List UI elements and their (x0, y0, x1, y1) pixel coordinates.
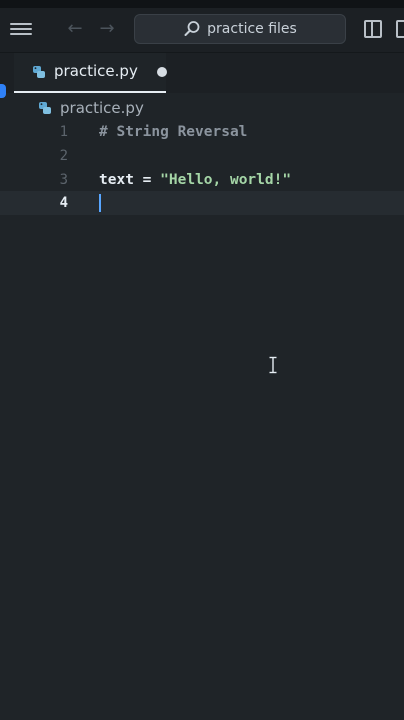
code-comment: # String Reversal (99, 124, 248, 140)
python-file-icon (39, 102, 51, 114)
layout-panel-icon[interactable] (396, 20, 404, 38)
unsaved-dot-icon[interactable] (157, 67, 167, 77)
line-number: 2 (59, 148, 68, 164)
search-icon (184, 21, 200, 36)
code-string: "Hello, world!" (160, 172, 292, 188)
arrow-left-icon[interactable]: ← (64, 18, 86, 40)
top-strip (0, 0, 404, 8)
line-number: 1 (59, 124, 68, 140)
line-number: 4 (59, 195, 68, 211)
breadcrumb: practice.py (38, 97, 144, 119)
code-variable: text (99, 172, 134, 188)
line-code: text = "Hello, world!" (99, 168, 291, 192)
activity-indicator (0, 84, 6, 98)
breadcrumb-file[interactable]: practice.py (60, 99, 144, 117)
command-center-search[interactable]: practice files (134, 14, 346, 44)
line-code: # String Reversal (99, 120, 247, 144)
editor-line[interactable]: 1 # String Reversal (0, 120, 404, 144)
editor-line-active[interactable]: 4 (0, 191, 404, 215)
tab-label: practice.py (54, 62, 138, 80)
code-editor[interactable]: 1 # String Reversal 2 3 text = "Hello, w… (0, 120, 404, 720)
search-label: practice files (207, 21, 297, 37)
code-operator: = (133, 172, 161, 188)
ibeam-cursor-icon (269, 356, 277, 374)
editor-line[interactable]: 3 text = "Hello, world!" (0, 168, 404, 192)
title-bar: ← → practice files (0, 8, 404, 53)
menu-icon[interactable] (10, 20, 32, 38)
text-cursor (99, 194, 101, 212)
line-number: 3 (59, 172, 68, 188)
layout-sidebar-icon[interactable] (364, 20, 382, 38)
arrow-right-icon[interactable]: → (96, 18, 118, 40)
editor-line[interactable]: 2 (0, 144, 404, 168)
python-file-icon (33, 66, 45, 78)
tab-bar: practice.py (0, 53, 404, 93)
tab-practice-py[interactable]: practice.py (14, 53, 167, 93)
